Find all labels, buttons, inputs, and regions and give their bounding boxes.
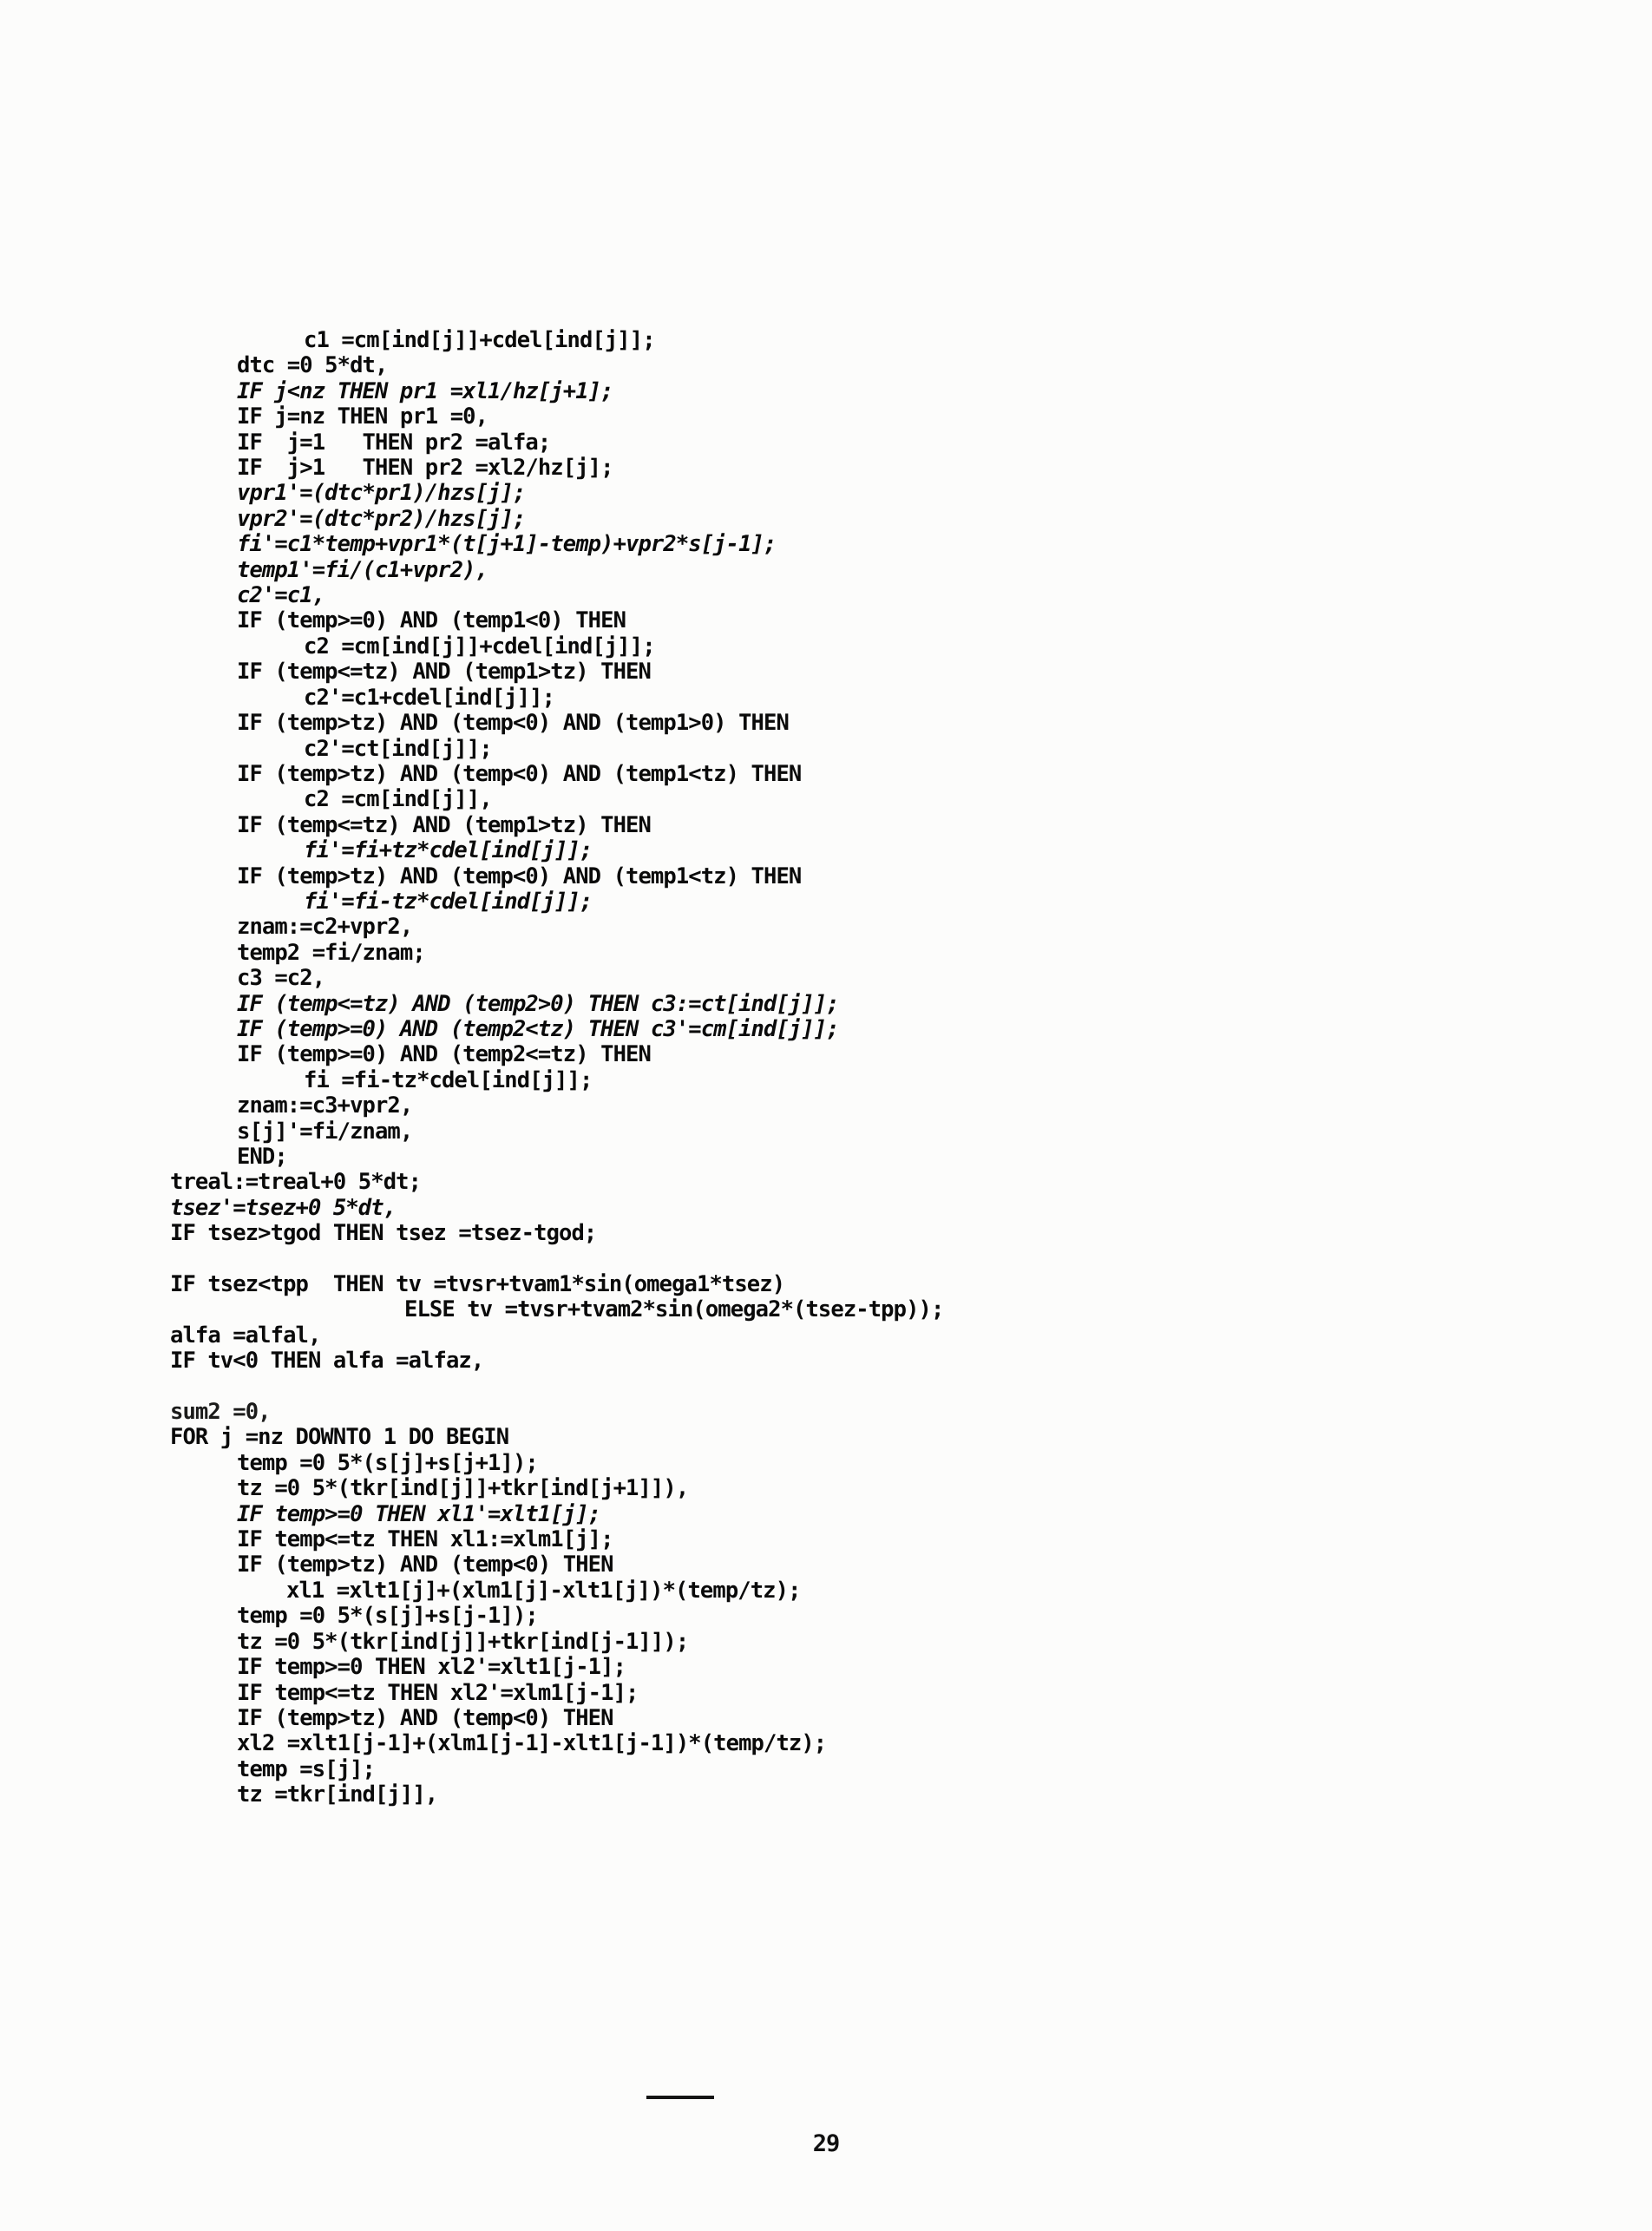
code-line: IF (temp>tz) AND (temp<0) THEN — [237, 1704, 613, 1731]
code-line: znam:=c3+vpr2, — [237, 1093, 413, 1119]
code-line: sum2 =0, — [170, 1399, 272, 1426]
code-line: IF (temp>tz) AND (temp<0) AND (temp1<tz)… — [237, 760, 802, 787]
scanned-page: c1 =cm[ind[j]]+cdel[ind[j]]; dtc =0 5*dt,… — [0, 0, 1652, 2231]
code-line: c2 =cm[ind[j]]+cdel[ind[j]]; — [304, 633, 656, 659]
code-line: c1 =cm[ind[j]]+cdel[ind[j]]; — [304, 327, 656, 353]
code-line: IF tsez<tpp THEN tv =tvsr+tvam1*sin(omeg… — [170, 1271, 785, 1298]
code-line: alfa =alfal, — [170, 1322, 321, 1348]
code-line: temp1'=fi/(c1+vpr2), — [237, 556, 488, 583]
code-line: fi'=c1*temp+vpr1*(t[j+1]-temp)+vpr2*s[j-… — [237, 531, 777, 558]
code-line: tz =0 5*(tkr[ind[j]]+tkr[ind[j+1]]), — [237, 1475, 689, 1502]
code-line: IF temp>=0 THEN xl2'=xlt1[j-1]; — [237, 1654, 626, 1681]
code-line: tz =tkr[ind[j]], — [237, 1782, 438, 1808]
footer-rule — [646, 2096, 714, 2099]
code-line: c2 =cm[ind[j]], — [304, 786, 493, 813]
code-line: tsez'=tsez+0 5*dt, — [170, 1194, 397, 1221]
code-line: c2'=c1, — [237, 582, 325, 609]
code-line: IF j=nz THEN pr1 =0, — [237, 404, 488, 430]
code-line: temp =0 5*(s[j]+s[j-1]); — [237, 1603, 539, 1630]
code-line: IF tv<0 THEN alfa =alfaz, — [170, 1348, 484, 1375]
code-line: fi =fi-tz*cdel[ind[j]]; — [304, 1066, 593, 1093]
code-line: IF (temp>=0) AND (temp1<0) THEN — [237, 607, 626, 634]
code-line: IF (temp>tz) AND (temp<0) AND (temp1>0) … — [237, 710, 790, 737]
code-line: fi'=fi+tz*cdel[ind[j]]; — [304, 837, 593, 864]
code-line: IF (temp>=0) AND (temp2<=tz) THEN — [237, 1041, 652, 1068]
code-line: IF (temp>tz) AND (temp<0) THEN — [237, 1552, 613, 1578]
code-line: IF (temp<=tz) AND (temp2>0) THEN c3:=ct[… — [237, 990, 840, 1017]
code-line: vpr1'=(dtc*pr1)/hzs[j]; — [237, 480, 526, 507]
code-line: temp =0 5*(s[j]+s[j+1]); — [237, 1449, 539, 1476]
page-number: 29 — [812, 2130, 841, 2157]
code-line: IF temp<=tz THEN xl2'=xlm1[j-1]; — [237, 1679, 639, 1706]
code-line: FOR j =nz DOWNTO 1 DO BEGIN — [170, 1424, 509, 1451]
code-listing: c1 =cm[ind[j]]+cdel[ind[j]]; dtc =0 5*dt,… — [170, 327, 1385, 1808]
code-line: xl1 =xlt1[j]+(xlm1[j]-xlt1[j])*(temp/tz)… — [286, 1577, 801, 1604]
code-line: IF (temp<=tz) AND (temp1>tz) THEN — [237, 659, 652, 686]
code-line: s[j]'=fi/znam, — [237, 1118, 413, 1145]
code-line: znam:=c2+vpr2, — [237, 914, 413, 941]
code-line: ELSE tv =tvsr+tvam2*sin(omega2*(tsez-tpp… — [404, 1296, 944, 1323]
code-line: fi'=fi-tz*cdel[ind[j]]; — [304, 888, 593, 915]
code-line: IF (temp<=tz) AND (temp1>tz) THEN — [237, 811, 652, 838]
code-line: vpr2'=(dtc*pr2)/hzs[j]; — [237, 505, 526, 532]
code-line: xl2 =xlt1[j-1]+(xlm1[j-1]-xlt1[j-1])*(te… — [237, 1730, 827, 1757]
code-line: dtc =0 5*dt, — [237, 352, 388, 379]
code-line: IF temp>=0 THEN xl1'=xlt1[j]; — [237, 1500, 601, 1527]
code-line: tz =0 5*(tkr[ind[j]]+tkr[ind[j-1]]); — [237, 1628, 689, 1655]
code-line: c3 =c2, — [237, 965, 325, 992]
code-line: IF (temp>tz) AND (temp<0) AND (temp1<tz)… — [237, 863, 802, 889]
code-line: temp =s[j]; — [237, 1755, 376, 1782]
code-line: IF (temp>=0) AND (temp2<tz) THEN c3'=cm[… — [237, 1015, 840, 1042]
code-line: IF tsez>tgod THEN tsez =tsez-tgod; — [170, 1220, 597, 1247]
code-line: IF j>1 THEN pr2 =xl2/hz[j]; — [237, 455, 613, 482]
code-line: IF temp<=tz THEN xl1:=xlm1[j]; — [237, 1526, 613, 1553]
code-line: END; — [237, 1144, 288, 1170]
code-line: temp2 =fi/znam; — [237, 939, 426, 966]
code-line: c2'=ct[ind[j]]; — [304, 735, 493, 762]
code-line: c2'=c1+cdel[ind[j]]; — [304, 684, 555, 711]
code-line: IF j<nz THEN pr1 =xl1/hz[j+1]; — [237, 377, 613, 404]
code-line: treal:=treal+0 5*dt; — [170, 1169, 422, 1196]
code-line: IF j=1 THEN pr2 =alfa; — [237, 429, 551, 456]
